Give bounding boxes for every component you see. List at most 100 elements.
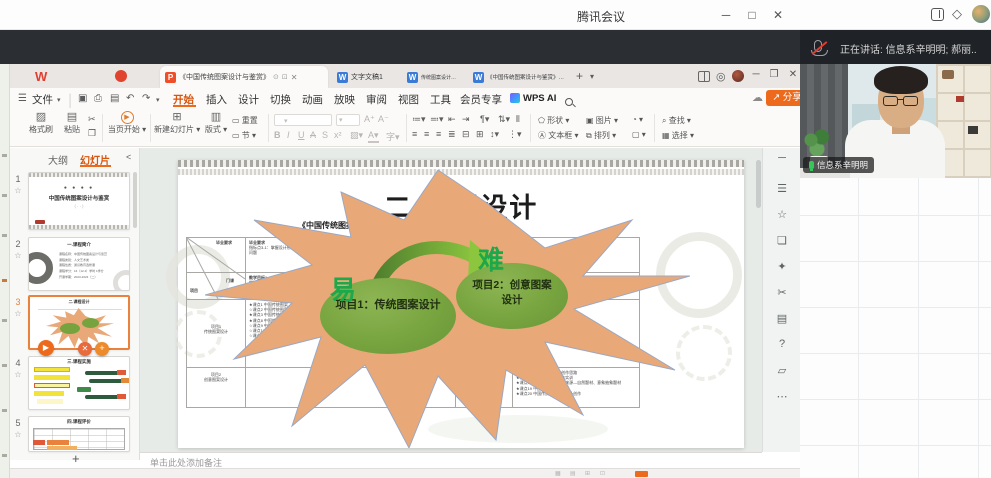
reset-button[interactable]: ▭ 重置 xyxy=(232,115,258,126)
thumbnail-add-button[interactable]: + xyxy=(95,342,109,356)
section-button[interactable]: ▭ 节 ▾ xyxy=(232,130,256,141)
picture-button[interactable]: ▣ 图片 ▾ xyxy=(586,115,618,126)
bullets-icon[interactable]: ≔▾ xyxy=(412,114,426,125)
tab-doc2[interactable]: W 传统图案设计第 4 次课教学整体设计 xyxy=(402,66,464,88)
redo-icon[interactable]: ↷ xyxy=(142,93,150,104)
italic-icon[interactable]: I xyxy=(287,130,290,140)
view-sorter-icon[interactable]: ▤ xyxy=(570,470,576,477)
menu-tools[interactable]: 工具 xyxy=(430,92,451,107)
font-size-select[interactable]: ▾ xyxy=(336,114,360,126)
view-notes-icon[interactable]: ⊡ xyxy=(600,470,605,477)
help-icon[interactable]: ? xyxy=(763,338,801,350)
wps-logo[interactable]: W xyxy=(35,69,47,84)
crop-panel-icon[interactable]: ▱ xyxy=(763,364,801,377)
smartart-button[interactable]: ◔ ▾ xyxy=(632,115,643,124)
tab-outline[interactable]: 大纲 xyxy=(48,152,68,167)
columns-icon[interactable]: ⫴ xyxy=(516,114,520,125)
slide-size-button[interactable]: ▢ ▾ xyxy=(632,130,646,139)
numbering-icon[interactable]: ≕▾ xyxy=(430,114,444,125)
close-icon[interactable]: ✕ xyxy=(770,8,786,22)
superscript-icon[interactable]: x² xyxy=(334,130,342,140)
indent-icon[interactable]: ⇥ xyxy=(462,114,470,125)
reader-panel-icon[interactable]: ▤ xyxy=(763,312,801,325)
participant-video[interactable]: 信息系辛明明 xyxy=(800,64,991,178)
slide-thumbnail-1[interactable]: ● ● ● ● 中国传统图案设计与鉴赏 （ · · ） xyxy=(28,172,130,230)
char-tool-icon[interactable]: 字▾ xyxy=(386,130,400,143)
strikethrough-icon[interactable]: A xyxy=(310,130,316,140)
copy-panel-icon[interactable]: ❏ xyxy=(763,234,801,247)
format-painter-button[interactable]: ▨格式刷 xyxy=(24,111,58,135)
align-left-icon[interactable]: ≡ xyxy=(412,129,417,139)
tab-close-icon[interactable]: ✕ xyxy=(291,73,298,82)
font-shrink-icon[interactable]: A⁻ xyxy=(378,114,389,125)
hard-label[interactable]: 难 xyxy=(478,240,504,277)
export-icon[interactable]: ⎙ xyxy=(94,93,102,104)
highlight-icon[interactable]: ▨▾ xyxy=(350,130,363,141)
save-icon[interactable]: ▣ xyxy=(78,93,87,104)
thumbnail-play-button[interactable]: ▶ xyxy=(38,340,54,356)
font-grow-icon[interactable]: A⁺ xyxy=(364,114,375,125)
wps-minimize-icon[interactable]: ─ xyxy=(748,69,764,80)
thumbnail-delete-button[interactable]: ✕ xyxy=(78,342,92,356)
notes-bar[interactable]: 单击此处添加备注 xyxy=(140,452,762,468)
project2-ellipse[interactable]: 项目2：创意图案设计 xyxy=(456,263,568,329)
more-icon[interactable]: ⋯ xyxy=(763,390,801,403)
cut-panel-icon[interactable]: ✂ xyxy=(763,286,801,299)
wps-close-icon[interactable]: ✕ xyxy=(785,69,801,80)
theme-icon[interactable]: ◎ xyxy=(716,70,726,83)
menu-member[interactable]: 会员专享 xyxy=(460,92,502,107)
slide-thumbnail-2[interactable]: 一.课程简介 课程名称：中国传统图案设计与鉴赏课程类别：人文艺术类 课程性质：通… xyxy=(28,237,130,291)
minimize-icon[interactable]: ─ xyxy=(718,8,734,22)
collapse-sidebar-icon[interactable]: ─ xyxy=(763,152,801,164)
tab-doc3[interactable]: W 《中国传统图案设计与鉴赏》教学大 xyxy=(468,66,570,88)
para-mark-icon[interactable]: ⋮▾ xyxy=(508,129,522,140)
wps-restore-icon[interactable]: ❐ xyxy=(766,69,782,80)
menu-design[interactable]: 设计 xyxy=(238,92,259,107)
arrange-button[interactable]: ⧉ 排列 ▾ xyxy=(586,130,616,141)
slide-thumbnail-4[interactable]: 三.课程实施 xyxy=(28,356,130,410)
para-spacing-icon[interactable]: ↕▾ xyxy=(490,129,499,140)
hamburger-icon[interactable]: ☰ xyxy=(18,93,27,104)
account-avatar[interactable] xyxy=(732,70,744,82)
animation-panel-icon[interactable]: ✦ xyxy=(763,260,801,273)
canvas-scrollbar[interactable] xyxy=(756,160,761,208)
align-right-icon[interactable]: ≡ xyxy=(436,129,441,139)
star-icon[interactable]: ☆ xyxy=(763,208,801,221)
print-icon[interactable]: ▤ xyxy=(110,93,119,104)
cube-icon[interactable]: ◇ xyxy=(952,6,962,22)
bold-icon[interactable]: B xyxy=(274,130,281,140)
layout-button[interactable]: ▥版式 ▾ xyxy=(202,111,230,135)
search-icon[interactable] xyxy=(565,98,573,106)
cut-icon[interactable]: ✂ xyxy=(88,114,96,125)
view-read-icon[interactable]: ⊞ xyxy=(585,470,590,477)
add-slide-button[interactable]: + xyxy=(72,451,80,466)
textbox-button[interactable]: Ⓐ 文本框 ▾ xyxy=(538,130,578,141)
tab-list-chevron-icon[interactable]: ▾ xyxy=(590,72,594,81)
font-name-select[interactable]: ▾ xyxy=(274,114,332,126)
tab-doc1[interactable]: W 文字文稿1 xyxy=(332,66,396,88)
menu-view[interactable]: 视图 xyxy=(398,92,419,107)
avatar[interactable] xyxy=(972,5,990,23)
underline-icon[interactable]: U xyxy=(298,130,305,140)
split-view-icon[interactable] xyxy=(698,71,710,82)
cloud-icon[interactable]: ☁ xyxy=(752,91,763,104)
align-center-icon[interactable]: ≡ xyxy=(424,129,429,139)
easy-label[interactable]: 易 xyxy=(330,270,356,307)
justify-icon[interactable]: ≣ xyxy=(448,129,456,140)
new-tab-button[interactable]: + xyxy=(576,69,583,83)
menu-review[interactable]: 审阅 xyxy=(366,92,387,107)
collapse-panel-icon[interactable]: < xyxy=(126,152,131,162)
slide[interactable]: 二.课程设计 《中国传统图案设计与鉴赏》门课矩阵（二级矩阵） 毕业要求 门课 项… xyxy=(178,160,744,448)
menu-transition[interactable]: 切换 xyxy=(270,92,291,107)
slide-thumbnail-5[interactable]: 四.课程评价 xyxy=(28,416,130,452)
shapes-button[interactable]: ⬠ 形状 ▾ xyxy=(538,115,569,126)
view-normal-icon[interactable]: ▦ xyxy=(555,470,561,477)
menu-file[interactable]: 文件 xyxy=(32,92,53,107)
copy-icon[interactable]: ❐ xyxy=(88,128,96,139)
shadow-icon[interactable]: S xyxy=(322,130,328,140)
wps-ai-label[interactable]: WPS AI xyxy=(523,93,556,104)
paste-button[interactable]: ▤粘贴 xyxy=(58,111,86,135)
properties-icon[interactable]: ☰ xyxy=(763,182,801,195)
docer-icon[interactable] xyxy=(115,70,127,82)
play-from-current-button[interactable]: ▶ 当页开始 ▾ xyxy=(106,111,148,135)
